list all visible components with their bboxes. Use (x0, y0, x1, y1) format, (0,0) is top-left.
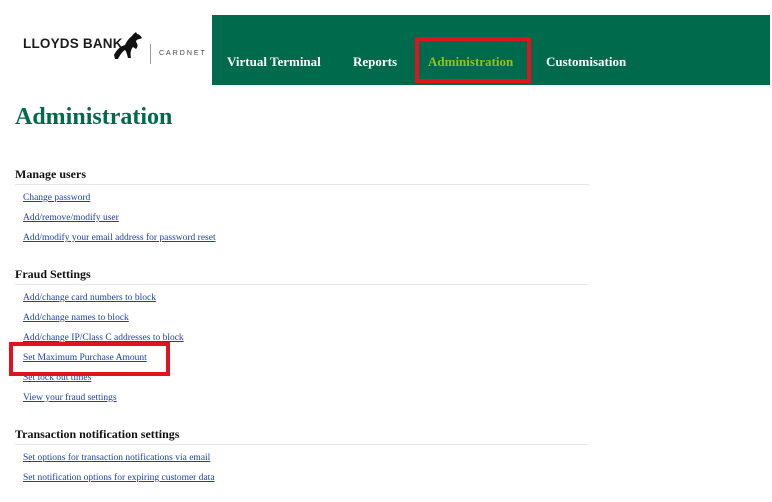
link-block-card-numbers[interactable]: Add/change card numbers to block (23, 293, 156, 303)
highlight-box-max-purchase (9, 342, 170, 376)
logo-divider (150, 44, 151, 64)
link-add-remove-modify-user[interactable]: Add/remove/modify user (23, 213, 119, 223)
logo-sub-text: CARDNET (159, 50, 207, 57)
section-heading-manage-users: Manage users (15, 167, 86, 181)
logo-brand-text: LLOYDS BANK (23, 36, 123, 51)
highlight-box-administration (415, 37, 531, 83)
link-change-password[interactable]: Change password (23, 193, 90, 203)
link-email-password-reset[interactable]: Add/modify your email address for passwo… (23, 233, 216, 243)
nav-virtual-terminal[interactable]: Virtual Terminal (227, 54, 321, 70)
link-view-fraud-settings[interactable]: View your fraud settings (23, 393, 117, 403)
section-divider (15, 184, 589, 185)
link-block-names[interactable]: Add/change names to block (23, 313, 129, 323)
page-title: Administration (15, 104, 173, 130)
horse-logo-icon (114, 32, 142, 59)
link-expiring-customer-data[interactable]: Set notification options for expiring cu… (23, 473, 215, 483)
nav-reports[interactable]: Reports (353, 54, 397, 70)
link-transaction-notifications-email[interactable]: Set options for transaction notification… (23, 453, 210, 463)
nav-customisation[interactable]: Customisation (546, 54, 626, 70)
section-heading-fraud-settings: Fraud Settings (15, 267, 91, 281)
section-divider (15, 284, 589, 285)
section-divider (15, 444, 589, 445)
section-heading-transaction-notifications: Transaction notification settings (15, 427, 180, 441)
